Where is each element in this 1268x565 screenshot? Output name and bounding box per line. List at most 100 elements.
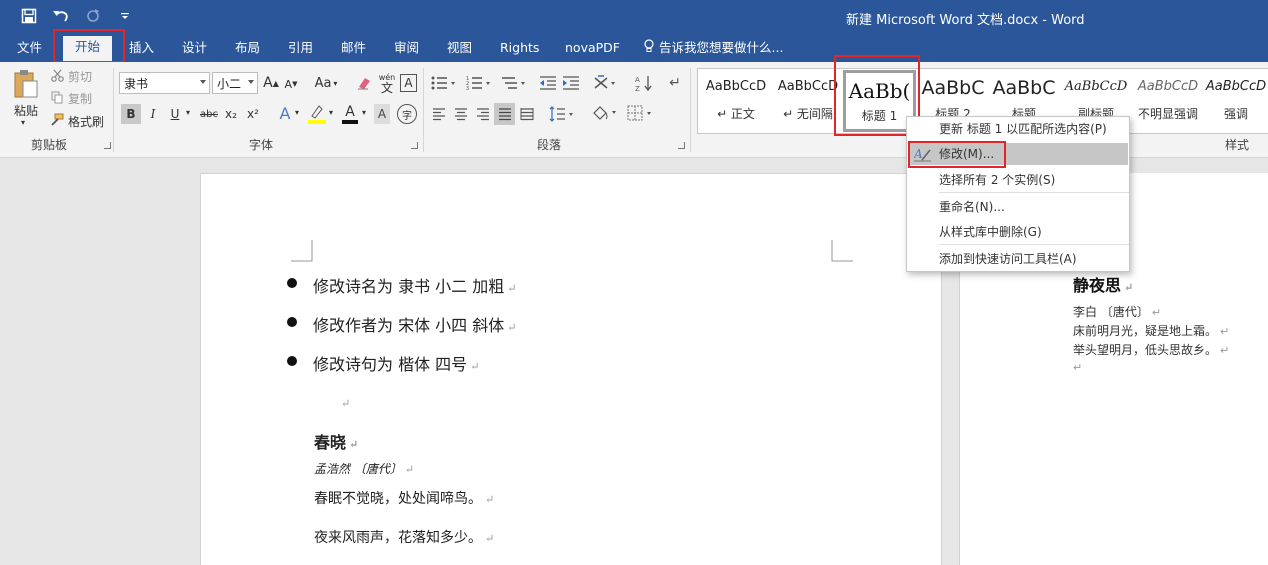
phonetic-guide-button[interactable]: wén 文 (377, 71, 397, 95)
style-no-spacing[interactable]: AaBbCcD ↵ 无间隔 (772, 69, 844, 133)
menu-item-rename[interactable]: 重命名(N)... (908, 196, 1128, 218)
tab-view[interactable]: 视图 (447, 39, 472, 62)
tell-me-box[interactable]: 告诉我您想要做什么... (643, 39, 783, 62)
font-name-select[interactable]: 隶书 (119, 72, 210, 94)
paragraph-launcher-icon[interactable] (678, 142, 685, 149)
underline-button[interactable]: U (166, 104, 184, 124)
cut-button[interactable]: 剪切 (68, 68, 92, 85)
tab-layout[interactable]: 布局 (235, 39, 260, 62)
format-painter-button[interactable]: 格式刷 (68, 113, 104, 130)
copy-button[interactable]: 复制 (68, 90, 92, 107)
strikethrough-button[interactable]: abc (198, 104, 220, 124)
phonetic-guide-char: 文 (380, 81, 393, 95)
clear-formatting-icon[interactable] (355, 73, 373, 93)
menu-item-select-all-instances[interactable]: 选择所有 2 个实例(S) (908, 169, 1128, 191)
bullets-icon[interactable] (430, 73, 458, 93)
tab-novapdf[interactable]: novaPDF (565, 39, 620, 62)
grow-font-button[interactable]: A ▲ (263, 73, 279, 93)
chinese-layout-icon[interactable] (592, 73, 620, 93)
superscript-button[interactable]: x² (244, 104, 262, 124)
scissors-icon (51, 69, 64, 85)
tab-mailings[interactable]: 邮件 (341, 39, 366, 62)
text-effects-dropdown-icon[interactable]: ▾ (295, 108, 299, 117)
clipboard-launcher-icon[interactable] (104, 142, 111, 149)
style-name: 标题 1 (861, 109, 898, 123)
style-context-menu: 更新 标题 1 以匹配所选内容(P) A 修改(M)... 选择所有 2 个实例… (906, 116, 1130, 272)
redo-icon[interactable] (82, 6, 104, 26)
tab-references[interactable]: 引用 (288, 39, 313, 62)
list-item: 修改诗名为 隶书 小二 加粗 ↵ (287, 273, 516, 297)
multilevel-list-icon[interactable] (500, 73, 528, 93)
sort-icon[interactable]: AZ (634, 73, 654, 93)
poem-line: 春眠不觉晓，处处闻啼鸟。 ↵ (314, 488, 494, 508)
side-poem-author: 李白 〔唐代〕 ↵ (1073, 303, 1161, 320)
style-preview: AaBbCcD (1205, 79, 1267, 94)
bold-button[interactable]: B (121, 104, 141, 124)
poem-line: 夜来风雨声，花落知多少。 ↵ (314, 527, 494, 547)
poem-author: 孟浩然 〔唐代〕 ↵ (314, 460, 414, 477)
show-marks-icon[interactable]: ↵ (667, 73, 683, 93)
paste-button[interactable]: 粘贴 (10, 68, 42, 120)
borders-icon[interactable] (626, 103, 656, 123)
style-emphasis[interactable]: AaBbCcD 强调 (1204, 69, 1268, 133)
paste-dropdown-icon[interactable]: ▾ (21, 118, 25, 127)
style-name: ↵ 正文 (717, 107, 755, 121)
align-left-icon[interactable] (430, 104, 448, 124)
subscript-button[interactable]: x₂ (222, 104, 240, 124)
poem-title: 春晓 ↵ (314, 429, 358, 453)
font-color-dropdown-icon[interactable]: ▾ (362, 108, 366, 117)
modify-style-icon: A (913, 146, 932, 169)
font-color-button[interactable]: A (340, 102, 360, 126)
paragraph-mark: ↵ (1073, 361, 1083, 374)
poem-title-text: 春晓 (314, 433, 347, 452)
justify-icon[interactable] (494, 103, 515, 125)
font-size-select[interactable]: 小二 (212, 72, 258, 94)
style-name: 不明显强调 (1137, 107, 1198, 121)
menu-item-modify[interactable]: A 修改(M)... (908, 143, 1128, 165)
align-center-icon[interactable] (452, 104, 470, 124)
style-preview: AaBbC (992, 77, 1056, 99)
menu-item-remove-from-gallery[interactable]: 从样式库中删除(G) (908, 221, 1128, 243)
customize-icon[interactable] (114, 6, 136, 26)
paragraph-mark: ↵ (349, 438, 359, 451)
svg-text:Z: Z (635, 85, 640, 92)
tab-rights[interactable]: Rights (500, 39, 539, 62)
font-launcher-icon[interactable] (411, 142, 418, 149)
format-painter-icon (50, 113, 64, 129)
paragraph-mark: ↵ (404, 463, 415, 476)
style-name: 强调 (1223, 107, 1248, 121)
clipboard-icon (13, 69, 39, 102)
shrink-font-button[interactable]: A ▼ (283, 75, 299, 93)
increase-indent-icon[interactable] (561, 73, 581, 93)
highlight-dropdown-icon[interactable]: ▾ (329, 108, 333, 117)
tab-review[interactable]: 审阅 (394, 39, 419, 62)
menu-item-update-style[interactable]: 更新 标题 1 以匹配所选内容(P) (908, 118, 1128, 140)
document-page[interactable]: 修改诗名为 隶书 小二 加粗 ↵ 修改作者为 宋体 小四 斜体 ↵ 修改诗句为 楷体… (200, 173, 942, 565)
underline-dropdown-icon[interactable]: ▾ (186, 108, 190, 117)
tab-file[interactable]: 文件 (17, 39, 42, 62)
highlight-color-icon[interactable] (306, 102, 328, 126)
enclose-characters-button[interactable]: 字 (397, 104, 417, 124)
change-case-button[interactable]: Aa ▾ (311, 73, 341, 93)
tab-design[interactable]: 设计 (182, 39, 207, 62)
paragraph-mark: ↵ (1151, 306, 1162, 319)
save-icon[interactable] (18, 6, 40, 26)
character-border-button[interactable]: A (400, 74, 417, 92)
tab-insert[interactable]: 插入 (129, 39, 154, 62)
line-spacing-icon[interactable] (548, 104, 576, 124)
text-effects-button[interactable]: A (276, 102, 294, 124)
group-divider (423, 68, 424, 152)
character-shading-button[interactable]: A (374, 104, 390, 124)
style-subtle-emphasis[interactable]: AaBbCcD 不明显强调 (1132, 69, 1204, 133)
tab-home[interactable]: 开始 (63, 36, 113, 62)
align-right-icon[interactable] (474, 104, 492, 124)
numbering-icon[interactable]: 123 (465, 73, 493, 93)
paragraph-mark: ↵ (507, 321, 517, 334)
shading-icon[interactable] (590, 102, 620, 124)
undo-icon[interactable] (50, 6, 72, 26)
decrease-indent-icon[interactable] (538, 73, 558, 93)
style-normal[interactable]: AaBbCcD ↵ 正文 (700, 69, 772, 133)
distributed-icon[interactable] (518, 104, 536, 124)
italic-button[interactable]: I (144, 104, 162, 124)
menu-item-add-to-quick-access[interactable]: 添加到快速访问工具栏(A) (908, 248, 1128, 270)
